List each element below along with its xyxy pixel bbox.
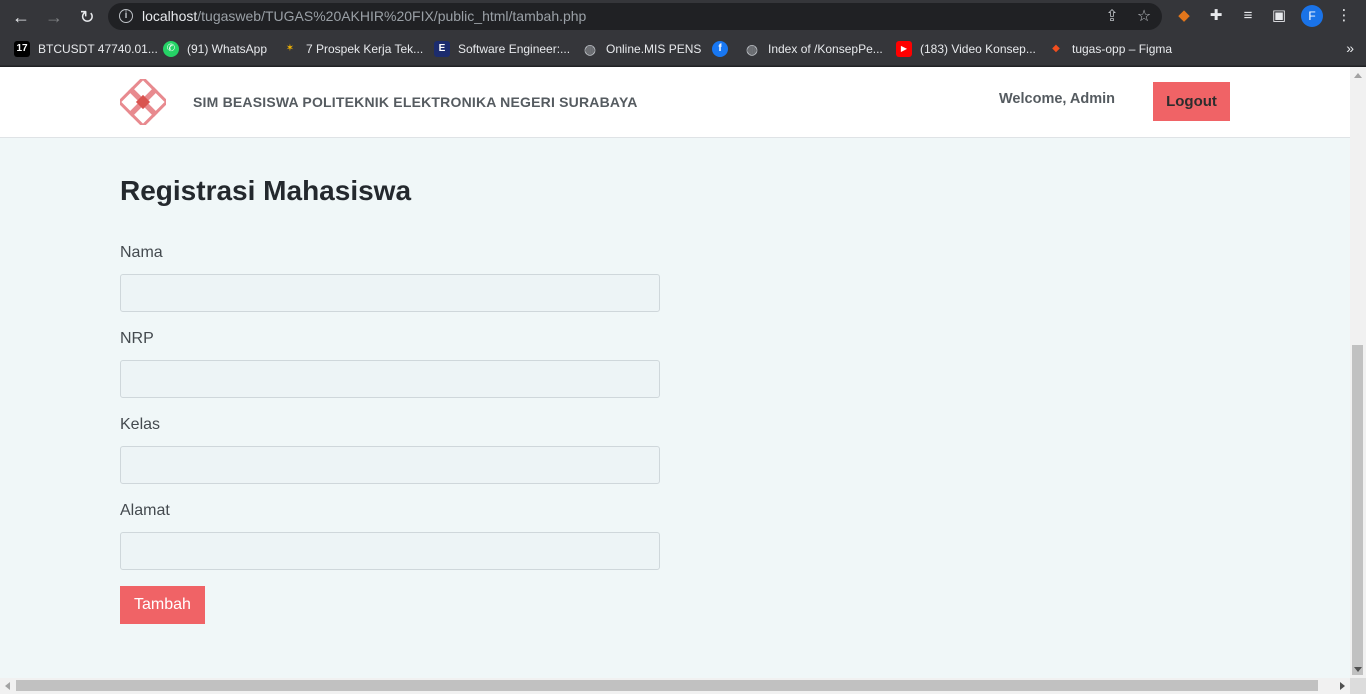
more-bookmarks-icon[interactable]: » <box>1346 40 1354 56</box>
scroll-left-icon[interactable] <box>5 682 10 690</box>
page-title: Registrasi Mahasiswa <box>120 175 412 206</box>
alamat-input[interactable] <box>120 532 660 570</box>
url-text[interactable]: localhost/tugasweb/TUGAS%20AKHIR%20FIX/p… <box>142 8 586 24</box>
vertical-scroll-thumb[interactable] <box>1352 345 1363 675</box>
scroll-right-icon[interactable] <box>1340 682 1345 690</box>
nrp-label: NRP <box>120 330 154 347</box>
welcome-text: Welcome, Admin <box>999 91 1116 107</box>
scroll-down-icon[interactable] <box>1354 667 1362 672</box>
horizontal-scroll-thumb[interactable] <box>16 680 1318 691</box>
nama-label: Nama <box>120 244 163 261</box>
tambah-button[interactable]: Tambah <box>120 586 205 624</box>
site-header: SIM BEASISWA POLITEKNIK ELEKTRONIKA NEGE… <box>0 67 1350 138</box>
horizontal-scrollbar[interactable] <box>0 678 1350 694</box>
bookmark-item[interactable]: ▶ (183) Video Konsep... <box>896 40 1036 58</box>
bookmark-item[interactable]: ✆ (91) WhatsApp <box>163 40 267 58</box>
metamask-icon[interactable]: ◆ <box>1173 5 1195 27</box>
vertical-scrollbar[interactable] <box>1350 67 1366 678</box>
bookmark-item[interactable]: ◍ Index of /KonsepPe... <box>744 40 883 58</box>
bookmark-item[interactable]: ✶ 7 Prospek Kerja Tek... <box>282 40 423 58</box>
bookmark-item[interactable]: ◍ Online.MIS PENS <box>582 40 701 58</box>
side-panel-icon[interactable]: ▣ <box>1268 5 1290 27</box>
nama-input[interactable] <box>120 274 660 312</box>
sparkle-icon: ✶ <box>285 43 295 54</box>
facebook-icon: f <box>712 41 728 57</box>
share-icon[interactable]: ⇪ <box>1102 7 1122 27</box>
scrollbar-corner <box>1350 678 1366 694</box>
pens-logo-icon <box>120 79 166 125</box>
globe-icon: ◍ <box>583 41 597 57</box>
reading-list-icon[interactable]: ≡ <box>1237 5 1259 27</box>
figma-icon: ◆ <box>1052 43 1060 54</box>
globe-icon: ◍ <box>745 41 759 57</box>
nrp-input[interactable] <box>120 360 660 398</box>
bookmark-star-icon[interactable]: ☆ <box>1134 7 1154 27</box>
browser-toolbar: ← → ↻ i localhost/tugasweb/TUGAS%20AKHIR… <box>0 0 1366 33</box>
menu-kebab-icon[interactable]: ⋮ <box>1333 5 1355 27</box>
youtube-icon: ▶ <box>896 41 912 57</box>
kelas-input[interactable] <box>120 446 660 484</box>
tradingview-icon: 17 <box>14 41 30 57</box>
extensions-icon[interactable]: ✚ <box>1205 5 1227 27</box>
e-icon: E <box>434 41 450 57</box>
back-icon[interactable]: ← <box>9 5 33 29</box>
site-info-icon[interactable]: i <box>119 9 133 23</box>
bookmark-item[interactable]: f <box>712 40 736 58</box>
scroll-up-icon[interactable] <box>1354 73 1362 78</box>
site-title: SIM BEASISWA POLITEKNIK ELEKTRONIKA NEGE… <box>193 94 638 110</box>
address-bar[interactable]: i localhost/tugasweb/TUGAS%20AKHIR%20FIX… <box>108 3 1162 30</box>
reload-icon[interactable]: ↻ <box>75 5 99 29</box>
profile-avatar[interactable]: F <box>1301 5 1323 27</box>
bookmarks-bar: 17 BTCUSDT 47740.01... ✆ (91) WhatsApp ✶… <box>0 33 1366 66</box>
whatsapp-icon: ✆ <box>163 41 179 57</box>
alamat-label: Alamat <box>120 502 170 519</box>
forward-icon[interactable]: → <box>42 5 66 29</box>
logout-button[interactable]: Logout <box>1153 82 1230 121</box>
bookmark-item[interactable]: 17 BTCUSDT 47740.01... <box>14 40 158 58</box>
bookmark-item[interactable]: E Software Engineer:... <box>434 40 570 58</box>
bookmark-item[interactable]: ◆ tugas-opp – Figma <box>1048 40 1172 58</box>
kelas-label: Kelas <box>120 416 161 433</box>
page-viewport: SIM BEASISWA POLITEKNIK ELEKTRONIKA NEGE… <box>0 67 1350 678</box>
